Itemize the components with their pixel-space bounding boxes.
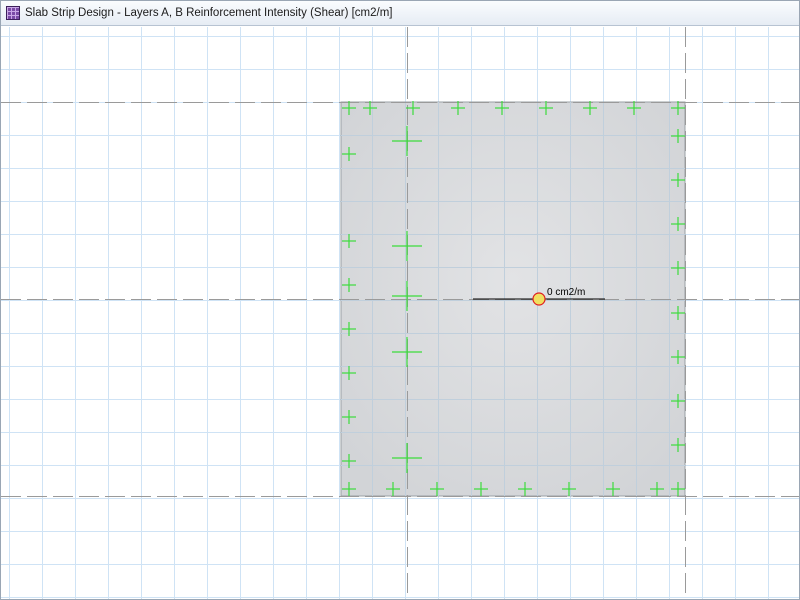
- title-bar[interactable]: Slab Strip Design - Layers A, B Reinforc…: [1, 1, 799, 26]
- design-viewport[interactable]: 0 cm2/m: [1, 27, 799, 599]
- window-title: Slab Strip Design - Layers A, B Reinforc…: [25, 7, 393, 19]
- design-canvas[interactable]: 0 cm2/m: [1, 27, 799, 599]
- app-window: Slab Strip Design - Layers A, B Reinforc…: [0, 0, 800, 600]
- slab-grid-icon: [6, 6, 20, 20]
- probe-value-label: 0 cm2/m: [547, 287, 585, 298]
- probe-circle-icon[interactable]: [532, 292, 546, 306]
